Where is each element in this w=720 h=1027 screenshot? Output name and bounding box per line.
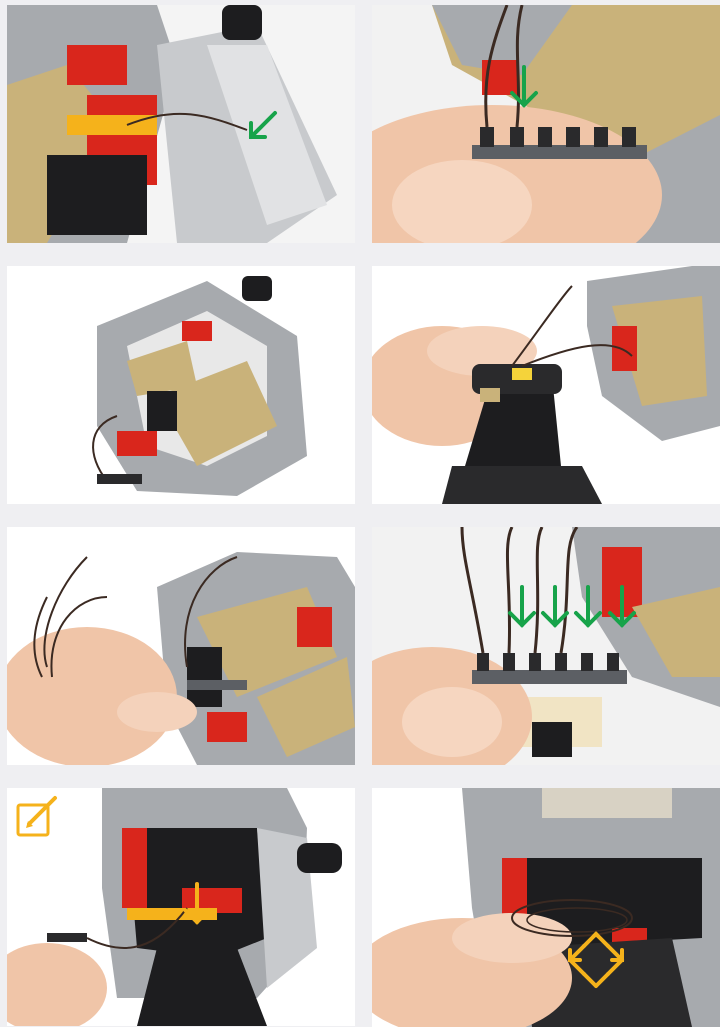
step-photo-6 [372,527,720,765]
step-photo-7-art [7,788,355,1026]
step-photo-5-art [7,527,355,765]
step-photo-2 [372,5,720,243]
step-photo-1-art [7,5,355,243]
step-photo-4 [372,266,720,504]
step-photo-3-art [7,266,355,504]
step-photo-6-art [372,527,720,765]
step-photo-7 [7,788,355,1026]
step-photo-5 [7,527,355,765]
step-photo-4-art [372,266,720,504]
step-photo-2-art [372,5,720,243]
step-photo-8-art [372,788,720,1027]
step-photo-3 [7,266,355,504]
step-photo-8 [372,788,720,1027]
step-photo-1 [7,5,355,243]
